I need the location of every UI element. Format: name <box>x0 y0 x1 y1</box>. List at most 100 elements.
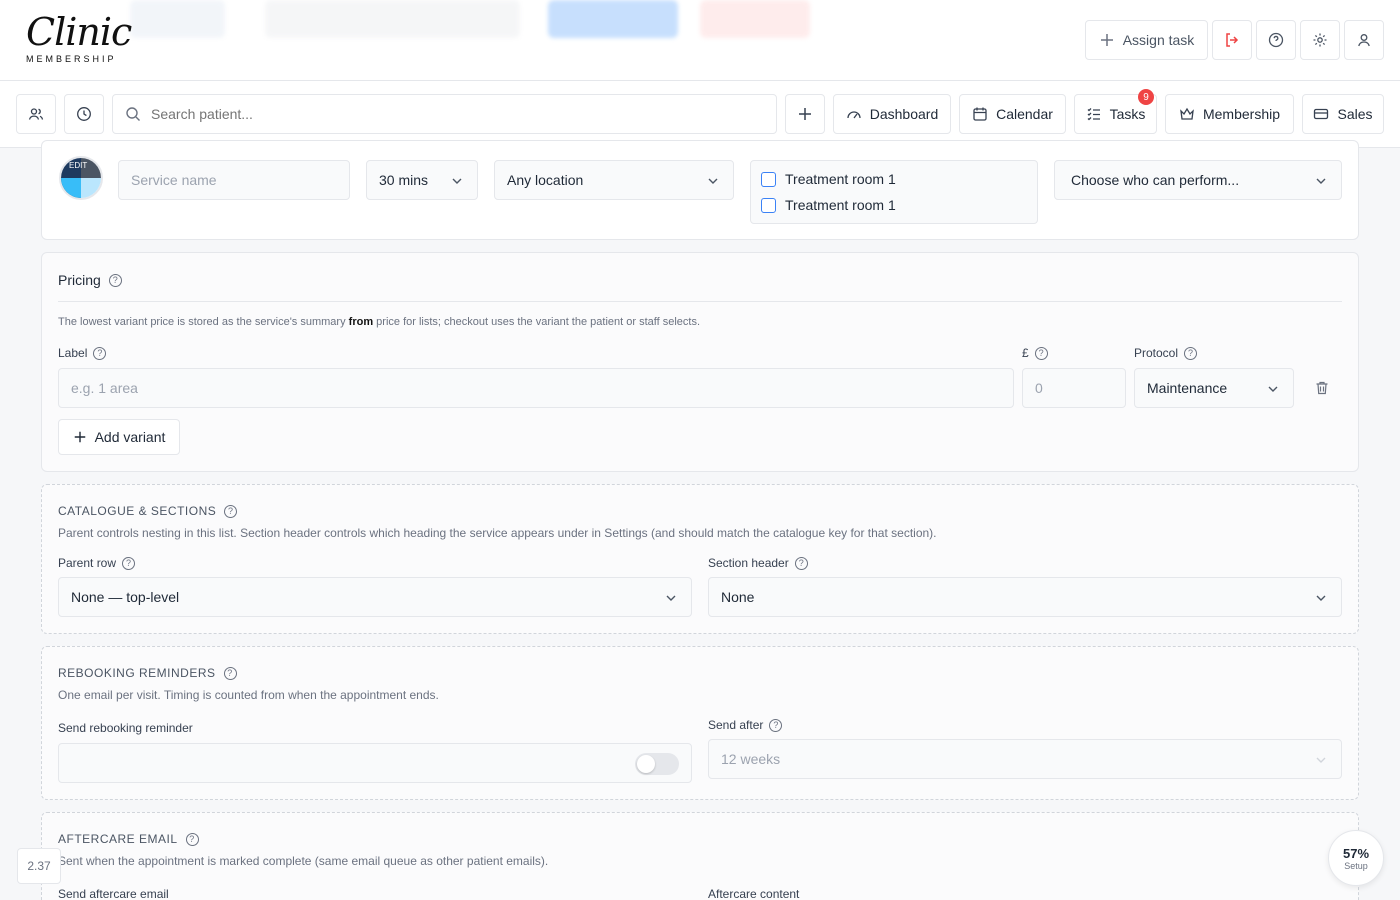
service-avatar[interactable]: EDIT <box>59 156 103 200</box>
send-after-label: Send after ? <box>708 718 783 732</box>
chevron-down-icon <box>1316 178 1326 184</box>
room-checkbox[interactable] <box>761 197 776 213</box>
help-button[interactable] <box>1256 20 1296 60</box>
help-icon[interactable]: ? <box>122 556 136 570</box>
membership-button[interactable]: Membership <box>1165 94 1294 134</box>
location-value: Any location <box>507 172 584 188</box>
send-rebooking-label: Send rebooking reminder <box>58 721 193 735</box>
room-checkbox[interactable] <box>761 171 776 187</box>
help-icon[interactable]: ? <box>185 832 199 846</box>
plus-icon <box>1100 34 1113 46</box>
divider <box>58 301 1342 302</box>
help-icon[interactable]: ? <box>108 273 122 287</box>
patients-button[interactable] <box>16 94 56 134</box>
setup-progress-button[interactable]: 57% Setup <box>1328 830 1384 886</box>
credit-card-icon <box>1314 108 1329 120</box>
variant-label-placeholder: e.g. 1 area <box>71 380 138 396</box>
help-icon[interactable]: ? <box>223 666 237 680</box>
service-name-field[interactable]: Service name <box>118 160 350 200</box>
duration-value: 30 mins <box>379 172 429 188</box>
send-after-value: 12 weeks <box>721 751 781 767</box>
calendar-button[interactable]: Calendar <box>959 94 1066 134</box>
plus-icon <box>799 108 811 120</box>
performers-placeholder: Choose who can perform... <box>1071 172 1240 188</box>
version-text: 2.37 <box>27 859 51 873</box>
search-icon <box>126 107 140 121</box>
send-rebooking-label-text: Send rebooking reminder <box>58 721 193 735</box>
price-label: £ ? <box>1022 346 1048 360</box>
help-icon[interactable]: ? <box>1034 346 1048 360</box>
membership-label: Membership <box>1202 106 1281 122</box>
variant-label-field[interactable]: e.g. 1 area <box>58 368 1014 408</box>
rebooking-title: REBOOKING REMINDERS ? <box>58 666 237 680</box>
help-icon[interactable]: ? <box>769 718 783 732</box>
assign-task-button[interactable]: Assign task <box>1085 20 1208 60</box>
parent-row-label-text: Parent row <box>58 556 117 570</box>
help-icon[interactable]: ? <box>1184 346 1198 360</box>
parent-row-label: Parent row ? <box>58 556 136 570</box>
gear-icon <box>1313 33 1327 47</box>
room-label: Treatment room 1 <box>785 171 896 187</box>
protocol-label-text: Protocol <box>1134 346 1179 360</box>
patient-search[interactable] <box>112 94 777 134</box>
profile-button[interactable] <box>1344 20 1384 60</box>
catalogue-title: CATALOGUE & SECTIONS ? <box>58 504 238 518</box>
calendar-label: Calendar <box>996 106 1053 122</box>
chevron-down-icon <box>1316 595 1326 601</box>
protocol-select[interactable]: Maintenance <box>1134 368 1294 408</box>
ghost-primary-button <box>548 0 678 38</box>
clinic-logo[interactable]: Clinic MEMBERSHIP <box>26 10 132 64</box>
room-option[interactable]: Treatment room 1 <box>761 197 896 213</box>
help-icon[interactable]: ? <box>224 504 238 518</box>
aftercare-description: Sent when the appointment is marked comp… <box>58 854 549 868</box>
pricing-desc-before: The lowest variant price is stored as th… <box>58 316 349 328</box>
rebooking-description: One email per visit. Timing is counted f… <box>58 688 439 702</box>
tasks-count-badge: 9 <box>1138 89 1154 105</box>
logo-subtitle: MEMBERSHIP <box>26 54 117 64</box>
assign-task-label: Assign task <box>1122 32 1195 48</box>
avatar-edit-label: EDIT <box>69 161 88 170</box>
nav-bar: Dashboard Calendar Tasks 9 Membership Sa… <box>0 81 1400 148</box>
label-label-text: Label <box>58 346 88 360</box>
tasks-button[interactable]: Tasks 9 <box>1074 89 1157 134</box>
room-option[interactable]: Treatment room 1 <box>761 171 896 187</box>
pricing-title: Pricing ? <box>58 272 122 288</box>
logo-script: Clinic <box>26 10 132 54</box>
dashboard-button[interactable]: Dashboard <box>833 94 951 134</box>
send-after-label-text: Send after <box>708 718 764 732</box>
crown-icon <box>1180 107 1194 120</box>
trash-icon[interactable] <box>1314 380 1330 396</box>
rebooking-card: REBOOKING REMINDERS ? One email per visi… <box>41 646 1359 800</box>
settings-button[interactable] <box>1300 20 1340 60</box>
help-icon[interactable]: ? <box>93 346 107 360</box>
section-header-label: Section header ? <box>708 556 808 570</box>
location-select[interactable]: Any location <box>494 160 734 200</box>
aftercare-card: AFTERCARE EMAIL ? Sent when the appointm… <box>41 812 1359 900</box>
help-icon[interactable]: ? <box>794 556 808 570</box>
tasks-label: Tasks <box>1109 106 1146 122</box>
history-button[interactable] <box>64 94 104 134</box>
dashboard-label: Dashboard <box>869 106 939 122</box>
logout-button[interactable] <box>1212 20 1252 60</box>
variant-price-field[interactable]: 0 <box>1022 368 1126 408</box>
send-aftercare-label-text: Send aftercare email <box>58 887 169 900</box>
section-header-label-text: Section header <box>708 556 789 570</box>
duration-select[interactable]: 30 mins <box>366 160 478 200</box>
add-variant-button[interactable]: Add variant <box>58 419 180 455</box>
service-name-placeholder: Service name <box>131 172 217 188</box>
send-rebooking-row <box>58 743 692 783</box>
performers-select[interactable]: Choose who can perform... <box>1054 160 1342 200</box>
setup-percent: 57% <box>1342 845 1370 861</box>
top-header: Clinic MEMBERSHIP Assign task <box>0 0 1400 81</box>
search-input[interactable] <box>151 106 751 122</box>
section-header-select[interactable]: None <box>708 577 1342 617</box>
add-button[interactable] <box>785 94 825 134</box>
parent-row-select[interactable]: None — top-level <box>58 577 692 617</box>
aftercare-title-text: AFTERCARE EMAIL <box>58 832 178 846</box>
rebooking-toggle[interactable] <box>635 753 679 775</box>
sales-button[interactable]: Sales <box>1302 94 1384 134</box>
ghost-dropdown <box>130 0 225 38</box>
variant-price-placeholder: 0 <box>1035 380 1043 396</box>
protocol-value: Maintenance <box>1147 380 1228 396</box>
send-after-select[interactable]: 12 weeks <box>708 739 1342 779</box>
